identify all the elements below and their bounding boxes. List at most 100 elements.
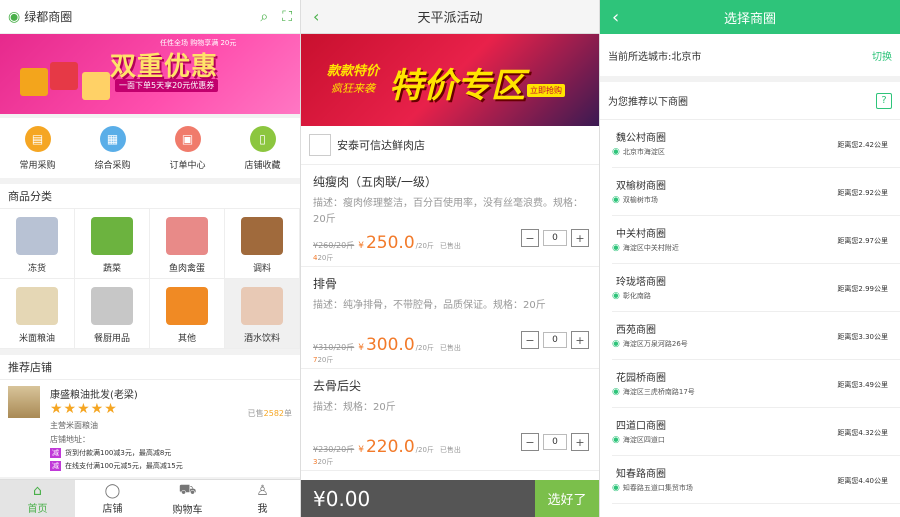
mall-list: 魏公村商圈 ◉ 北京市海淀区 距离您2.42公里 双榆树商圈 ◉ 双榆树市场 距离您2.92公… [600,120,900,504]
promo-banner[interactable]: 任性全场 购物享满 20元 双重优惠 一面下单5天享20元优惠券 [0,34,300,114]
mall-item[interactable]: 魏公村商圈 ◉ 北京市海淀区 距离您2.42公里 [612,120,900,168]
category-vegetables[interactable]: 蔬菜 [75,209,150,279]
current-city: 当前所选城市:北京市 [608,51,702,63]
help-icon[interactable]: ? [876,92,892,109]
city-selector[interactable]: 绿都商圈 [24,8,246,25]
category-frozen[interactable]: 冻货 [0,209,75,279]
select-mall-screen: ‹ 选择商圈 当前所选城市:北京市 切换 为您推荐以下商圈 ? 魏公村商圈 ◉ 北京… [599,0,900,517]
mall-item[interactable]: 西苑商圈 ◉ 海淀区万泉河路26号 距离您3.30公里 [612,312,900,360]
promo-text: 在线支付满100元减5元，最高减15元 [65,462,183,470]
discount-badge: 减 [50,448,61,458]
mall-address-text: 海淀区三虎桥南路17号 [622,388,695,396]
quick-action-favorites[interactable]: ▯ 店铺收藏 [225,118,300,178]
category-label: 调料 [252,264,271,274]
quantity-input[interactable]: 0 [543,434,567,450]
location-pin-icon[interactable]: ◉ [8,9,20,25]
minus-button[interactable]: − [521,331,539,349]
location-pin-icon: ◉ [612,483,620,493]
search-icon[interactable]: ⌕ [260,9,268,25]
location-pin-icon: ◉ [612,291,620,301]
category-label: 酒水饮料 [243,334,280,344]
sold-count: 320斤 [313,457,333,467]
price-row: ¥310/20斤 ¥ 300.0 /20斤 已售出 [313,335,461,355]
back-arrow-icon[interactable]: ‹ [612,7,619,28]
minus-button[interactable]: − [521,433,539,451]
location-pin-icon: ◉ [612,387,620,397]
minus-button[interactable]: − [521,229,539,247]
category-label: 蔬菜 [102,264,121,274]
section-title: 推荐店铺 [0,355,300,380]
category-meat[interactable]: 鱼肉禽蛋 [150,209,225,279]
home-screen: ◉ 绿都商圈 ⌕ ⛶ 任性全场 购物享满 20元 双重优惠 一面下单5天享20元… [0,0,300,517]
cart-bar: ¥0.00 选好了 [301,480,599,517]
product-item: 纯瘦肉（五肉联/一级） 描述：瘦肉修理整洁，百分百使用率，没有丝毫浪费。规格：2… [301,165,599,267]
plus-button[interactable]: + [571,331,589,349]
mall-item[interactable]: 知春路商圈 ◉ 知春路五道口集贸市场 距离您4.40公里 [612,456,900,504]
plus-button[interactable]: + [571,433,589,451]
quantity-input[interactable]: 0 [543,230,567,246]
promo-line: 减在线支付满100元减5元，最高减15元 [50,461,183,471]
activity-header: ‹ 天平派活动 [301,0,599,34]
tab-me[interactable]: ♙ 我 [225,480,300,517]
tab-cart[interactable]: ⛟ 购物车 [150,480,225,517]
mall-item[interactable]: 双榆树商圈 ◉ 双榆树市场 距离您2.92公里 [612,168,900,216]
store-card[interactable]: 康盛粮油批发(老梁) ★★★★★ 主营米面粮油 店铺地址： 减货到付款满100减… [0,380,300,477]
sold-label: 已售出 [439,242,461,250]
category-other[interactable]: 其他 [150,279,225,349]
mall-item[interactable]: 花园桥商圈 ◉ 海淀区三虎桥南路17号 距离您3.49公里 [612,360,900,408]
tab-store[interactable]: ◯ 店铺 [75,480,150,517]
sold-count: 720斤 [313,355,333,365]
mall-address-text: 知春路五道口集贸市场 [622,484,693,492]
quantity-input[interactable]: 0 [543,332,567,348]
bottom-tab-bar: ⌂ 首页 ◯ 店铺 ⛟ 购物车 ♙ 我 [0,479,300,517]
price-unit: /20斤 [415,446,434,454]
mall-distance: 距离您2.42公里 [837,141,888,149]
product-item: 去骨后尖 描述：规格：20斤 ¥230/20斤 ¥ 220.0 /20斤 已售出… [301,369,599,471]
page-title: 选择商圈 [723,11,776,27]
product-name: 排骨 [313,277,338,291]
sale-banner[interactable]: 款款特价 疯狂来袭 特价专区 立即抢购 [301,34,599,126]
category-grain[interactable]: 米面粮油 [0,279,75,349]
category-section: 商品分类 冻货 蔬菜 鱼肉禽蛋 调料 米面粮油 餐厨用品 其他 酒水饮料 [0,184,300,349]
bookmark-icon: ▯ [249,125,276,152]
sold-unit: 20斤 [317,356,334,364]
quick-label: 常用采购 [19,160,56,171]
buy-now-button[interactable]: 立即抢购 [527,84,565,97]
switch-city-link[interactable]: 切换 [872,48,892,63]
sold-prefix: 已售 [247,409,264,418]
quantity-stepper: − 0 + [521,229,589,247]
gift-box-icon [82,72,110,100]
promo-line: 减货到付款满100减3元，最高减8元 [50,448,183,458]
sold-count: 已售2582单 [248,408,292,419]
banner-subline: 一面下单5天享20元优惠券 [115,79,219,92]
fish-icon [16,217,58,255]
product-name: 纯瘦肉（五肉联/一级） [313,175,438,189]
page-title: 天平派活动 [417,11,483,26]
category-label: 鱼肉禽蛋 [168,264,205,274]
mall-item[interactable]: 中关村商圈 ◉ 海淀区中关村附近 距离您2.97公里 [612,216,900,264]
section-title: 商品分类 [0,184,300,209]
category-kitchenware[interactable]: 餐厨用品 [75,279,150,349]
quick-action-frequent[interactable]: ▤ 常用采购 [0,118,75,178]
quick-action-orders[interactable]: ▣ 订单中心 [150,118,225,178]
scan-icon[interactable]: ⛶ [282,9,292,25]
current-city-row: 当前所选城市:北京市 切换 [600,34,900,82]
discount-badge: 减 [50,461,61,471]
mall-distance: 距离您3.49公里 [837,381,888,389]
mall-item[interactable]: 四道口商圈 ◉ 海淀区四道口 距离您4.32公里 [612,408,900,456]
shop-checkbox[interactable] [309,134,331,156]
store-address: 店铺地址： [50,435,90,444]
sold-label: 已售出 [439,344,461,352]
store-name: 康盛粮油批发(老梁) [50,390,138,401]
category-drinks[interactable]: 酒水饮料 [225,279,300,349]
quick-action-general[interactable]: ▦ 综合采购 [75,118,150,178]
store-thumbnail [8,386,40,418]
confirm-button[interactable]: 选好了 [535,480,599,517]
tab-home[interactable]: ⌂ 首页 [0,480,75,517]
plus-button[interactable]: + [571,229,589,247]
mall-item[interactable]: 玲珑塔商圈 ◉ 彰化南路 距离您2.99公里 [612,264,900,312]
price-unit: /20斤 [415,242,434,250]
category-seasoning[interactable]: 调料 [225,209,300,279]
banner-line2: 疯狂来袭 [331,82,375,95]
back-arrow-icon[interactable]: ‹ [313,7,319,26]
